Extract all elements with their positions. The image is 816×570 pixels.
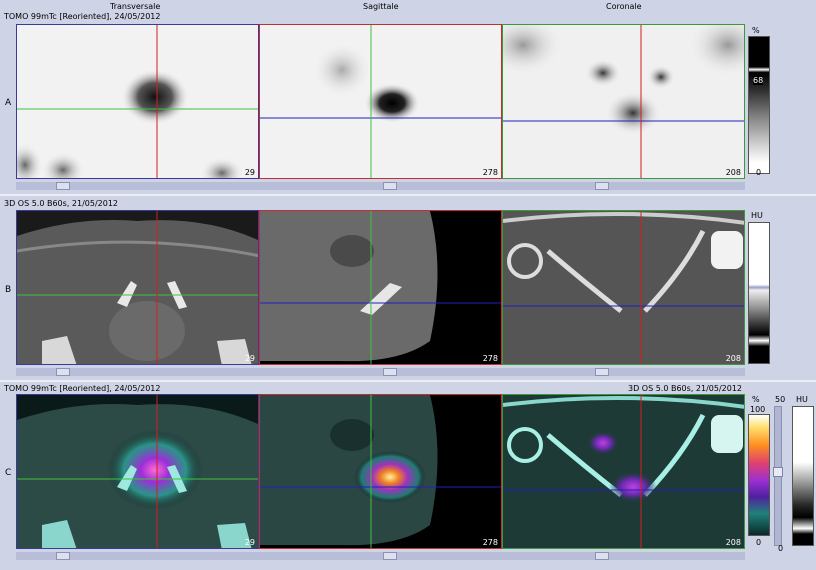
colorbar-a-unit: %	[752, 26, 760, 35]
scroll-thumb[interactable]	[595, 552, 609, 560]
colorbar-b[interactable]	[748, 222, 770, 364]
scrollbar-b-transversal[interactable]	[16, 368, 259, 376]
viewport-a-coronal[interactable]: 208	[502, 24, 745, 179]
row-b-title: 3D OS 5.0 B60s, 21/05/2012	[4, 199, 119, 208]
scroll-thumb[interactable]	[383, 368, 397, 376]
col-header-coronal: Coronale	[606, 2, 642, 11]
slice-number: 29	[244, 538, 255, 547]
row-b-letter: B	[5, 285, 12, 295]
colorbar-c-unit-left: %	[752, 395, 760, 404]
spect-image-transversal	[17, 25, 258, 178]
row-c-title-right: 3D OS 5.0 B60s, 21/05/2012	[628, 384, 743, 393]
slice-number: 29	[244, 168, 255, 177]
slice-number: 278	[482, 168, 498, 177]
viewport-a-sagittal[interactable]: 278	[259, 24, 502, 179]
viewport-a-transversal[interactable]: 29	[16, 24, 259, 179]
scroll-thumb[interactable]	[56, 368, 70, 376]
scroll-thumb[interactable]	[595, 182, 609, 190]
colorbar-c-bottom-left: 0	[756, 538, 762, 547]
colorbar-a-bottom-value: 0	[756, 168, 762, 177]
viewport-c-sagittal[interactable]: 278	[259, 394, 502, 549]
colorbar-c-pet[interactable]	[748, 414, 770, 536]
scroll-thumb[interactable]	[56, 552, 70, 560]
scrollbar-a-sagittal[interactable]	[259, 182, 502, 190]
slice-number: 278	[482, 354, 498, 363]
viewport-b-transversal[interactable]: 29	[16, 210, 259, 365]
scrollbar-b-coronal[interactable]	[502, 368, 745, 376]
colorbar-a[interactable]	[748, 36, 770, 174]
row-separator	[0, 380, 816, 382]
colorbar-a-top-value: 68	[753, 76, 764, 85]
colorbar-c-ct[interactable]	[792, 406, 814, 546]
scrollbar-a-coronal[interactable]	[502, 182, 745, 190]
colorbar-c-unit-right: HU	[796, 395, 808, 404]
slice-number: 208	[725, 538, 741, 547]
spect-image-coronal	[503, 25, 744, 178]
fusion-image-sagittal	[260, 395, 501, 548]
slice-number: 208	[725, 168, 741, 177]
slice-number: 29	[244, 354, 255, 363]
scrollbar-c-transversal[interactable]	[16, 552, 259, 560]
ct-image-transversal	[17, 211, 258, 364]
colorbar-b-unit: HU	[751, 211, 763, 220]
viewport-c-transversal[interactable]: 29	[16, 394, 259, 549]
viewport-c-coronal[interactable]: 208	[502, 394, 745, 549]
slice-number: 278	[482, 538, 498, 547]
scrollbar-c-coronal[interactable]	[502, 552, 745, 560]
colorbar-c-top-left: 100	[750, 405, 766, 414]
scrollbar-a-transversal[interactable]	[16, 182, 259, 190]
spect-image-sagittal	[260, 25, 501, 178]
scrollbar-b-sagittal[interactable]	[259, 368, 502, 376]
colorbar-c-slider-value: 50	[775, 395, 786, 404]
scroll-thumb[interactable]	[56, 182, 70, 190]
fusion-blend-slider[interactable]	[773, 406, 783, 546]
row-a-title: TOMO 99mTc [Reoriented], 24/05/2012	[4, 12, 161, 21]
colorbar-c-bottom-right: 0	[778, 544, 784, 553]
row-a-letter: A	[5, 98, 12, 108]
scroll-thumb[interactable]	[383, 182, 397, 190]
viewport-b-sagittal[interactable]: 278	[259, 210, 502, 365]
fusion-image-coronal	[503, 395, 744, 548]
row-c-letter: C	[5, 468, 12, 478]
slider-thumb[interactable]	[773, 467, 783, 477]
scrollbar-c-sagittal[interactable]	[259, 552, 502, 560]
row-separator	[0, 194, 816, 196]
col-header-transversal: Transversale	[110, 2, 161, 11]
fusion-image-transversal	[17, 395, 258, 548]
scroll-thumb[interactable]	[383, 552, 397, 560]
col-header-sagittal: Sagittale	[363, 2, 399, 11]
scroll-thumb[interactable]	[595, 368, 609, 376]
ct-image-sagittal	[260, 211, 501, 364]
row-c-title-left: TOMO 99mTc [Reoriented], 24/05/2012	[4, 384, 161, 393]
ct-image-coronal	[503, 211, 744, 364]
viewport-b-coronal[interactable]: 208	[502, 210, 745, 365]
slice-number: 208	[725, 354, 741, 363]
